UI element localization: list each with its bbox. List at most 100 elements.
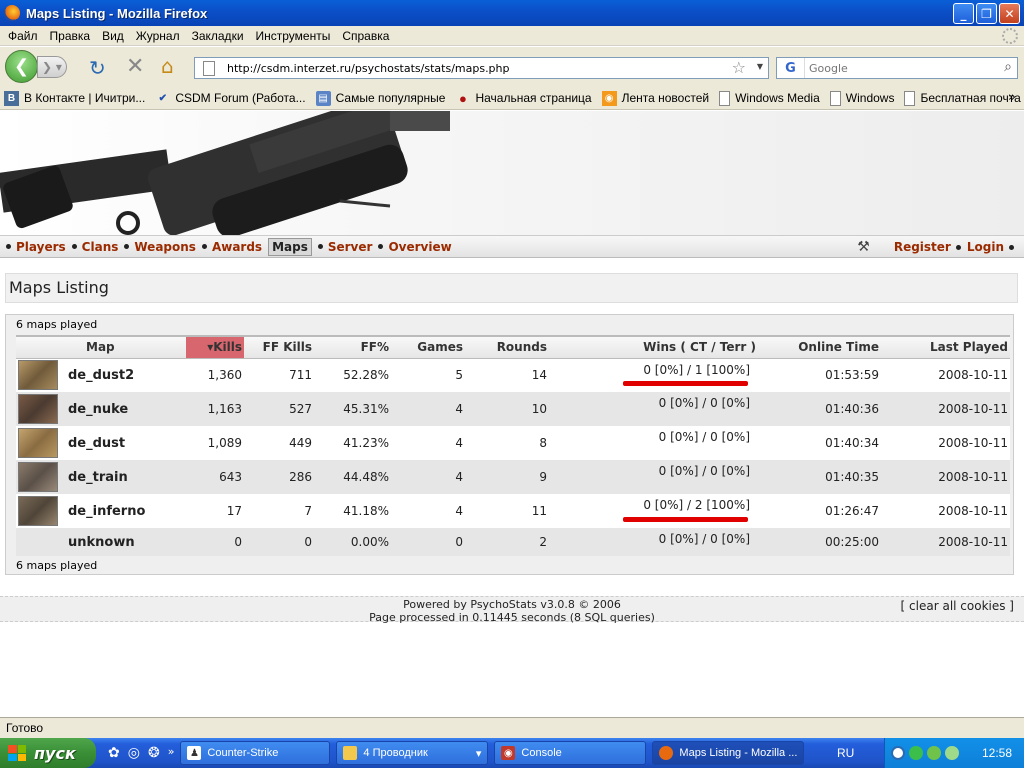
nav-awards[interactable]: Awards: [201, 240, 262, 254]
menu-bar: Файл Правка Вид Журнал Закладки Инструме…: [0, 26, 1024, 46]
page-icon: [719, 90, 731, 106]
quicklaunch-app-icon[interactable]: ❂: [148, 745, 160, 761]
header-rounds[interactable]: Rounds: [465, 335, 549, 359]
quicklaunch-more-icon[interactable]: »: [168, 745, 175, 761]
map-thumbnail-dust2[interactable]: [18, 360, 58, 391]
menu-edit[interactable]: Правка: [44, 29, 97, 43]
nav-overview[interactable]: Overview: [378, 240, 452, 254]
firefox-icon: [659, 746, 674, 760]
map-name-link[interactable]: de_inferno: [66, 494, 186, 528]
nav-weapons[interactable]: Weapons: [124, 240, 196, 254]
tray-expand-icon[interactable]: [891, 746, 905, 760]
map-name-link[interactable]: unknown: [66, 528, 186, 556]
url-dropdown-icon[interactable]: ▼: [757, 62, 763, 71]
map-thumb-cell: [16, 358, 66, 392]
nav-maps[interactable]: Maps: [268, 237, 312, 256]
powered-by-text: Powered by PsychoStats v3.0.8 © 2006: [403, 598, 621, 611]
dog-icon: ●: [459, 90, 467, 106]
header-kills[interactable]: ▾Kills: [186, 335, 244, 359]
windows-taskbar: пуск ✿ ◎ ❂ » ♟ Counter-Strike 4 Проводник…: [0, 738, 1024, 768]
map-name-link[interactable]: de_train: [66, 460, 186, 494]
bookmark-windows-media[interactable]: Windows Media: [719, 90, 820, 106]
bullet-icon: [71, 244, 77, 249]
menu-help[interactable]: Справка: [336, 29, 395, 43]
map-thumbnail-nuke[interactable]: [18, 394, 58, 424]
map-name-link[interactable]: de_nuke: [66, 392, 186, 426]
bookmark-start-page[interactable]: ● Начальная страница: [455, 90, 592, 106]
online-time-cell: 01:40:35: [758, 460, 881, 494]
language-indicator[interactable]: RU: [837, 746, 854, 760]
rounds-cell: 14: [465, 358, 549, 392]
map-thumbnail-dust[interactable]: [18, 428, 58, 458]
search-icon[interactable]: ⌕: [1004, 59, 1012, 75]
stop-button[interactable]: ✕: [126, 54, 144, 79]
url-input[interactable]: [227, 61, 717, 75]
menu-file[interactable]: Файл: [2, 29, 44, 43]
rounds-cell: 9: [465, 460, 549, 494]
task-console[interactable]: ◉ Console: [494, 741, 647, 765]
nav-server[interactable]: Server: [317, 240, 372, 254]
tray-icq-icon[interactable]: [909, 746, 923, 760]
forward-button[interactable]: ❯ ▾: [37, 56, 67, 78]
header-last-played[interactable]: Last Played: [881, 335, 1010, 359]
home-button[interactable]: ⌂: [161, 54, 174, 78]
bookmark-vkontakte[interactable]: BВ Контакте | Ичитри...: [4, 90, 145, 106]
quicklaunch-opera-icon[interactable]: ◎: [128, 745, 140, 761]
start-button[interactable]: пуск: [0, 738, 96, 768]
bullet-icon: [6, 244, 11, 249]
bookmark-windows[interactable]: Windows: [829, 90, 894, 106]
nav-register[interactable]: Register: [894, 240, 961, 254]
header-ff-pct[interactable]: FF%: [314, 335, 391, 359]
minimize-button[interactable]: _: [953, 3, 974, 24]
bookmark-most-popular[interactable]: ▤ Самые популярные: [315, 90, 445, 106]
page-title: Maps Listing: [5, 273, 1018, 303]
bookmark-news-feed[interactable]: ◉ Лента новостей: [601, 90, 709, 106]
search-bar[interactable]: G ⌕: [776, 57, 1018, 79]
ff-pct-cell: 41.23%: [314, 426, 391, 460]
maximize-button[interactable]: ❐: [976, 3, 997, 24]
tray-network-icon[interactable]: [945, 746, 959, 760]
search-engine-icon[interactable]: G: [777, 58, 805, 78]
search-input[interactable]: [805, 61, 985, 75]
map-thumbnail-inferno[interactable]: [18, 496, 58, 526]
bookmark-csdm-forum[interactable]: ✔ CSDM Forum (Работа...: [155, 91, 306, 106]
header-map[interactable]: Map: [66, 335, 186, 359]
clear-cookies-link[interactable]: [ clear all cookies ]: [901, 599, 1014, 613]
map-name-link[interactable]: de_dust2: [66, 358, 186, 392]
map-thumb-cell: [16, 392, 66, 426]
throbber-icon: [1002, 28, 1018, 44]
back-button[interactable]: ❮: [5, 50, 38, 83]
map-name-link[interactable]: de_dust: [66, 426, 186, 460]
folder-icon: ▤: [315, 90, 331, 106]
wins-highlight-line: [623, 517, 748, 522]
task-explorer[interactable]: 4 Проводник ▾: [336, 741, 489, 765]
url-bar[interactable]: ☆ ▼: [194, 57, 769, 79]
bookmark-free-mail[interactable]: Бесплатная почта Н...: [904, 90, 1024, 106]
menu-view[interactable]: Вид: [96, 29, 130, 43]
quicklaunch-flower-icon[interactable]: ✿: [108, 745, 120, 761]
map-thumbnail-train[interactable]: [18, 462, 58, 492]
header-games[interactable]: Games: [391, 335, 465, 359]
menu-history[interactable]: Журнал: [130, 29, 186, 43]
nav-clans[interactable]: Clans: [71, 240, 118, 254]
header-ff-kills[interactable]: FF Kills: [244, 335, 314, 359]
task-counter-strike[interactable]: ♟ Counter-Strike: [180, 741, 331, 765]
tray-sound-icon[interactable]: [927, 746, 941, 760]
tools-icon[interactable]: ⚒: [857, 239, 870, 255]
close-button[interactable]: ✕: [999, 3, 1020, 24]
maps-count-bottom: 6 maps played: [16, 559, 98, 572]
wins-cell: 0 [0%] / 2 [100%]: [549, 494, 758, 528]
ff-kills-cell: 7: [244, 494, 314, 528]
task-firefox[interactable]: Maps Listing - Mozilla ...: [652, 741, 805, 765]
header-online-time[interactable]: Online Time: [758, 335, 881, 359]
menu-bookmarks[interactable]: Закладки: [186, 29, 250, 43]
header-wins[interactable]: Wins ( CT / Terr ): [549, 335, 758, 359]
menu-tools[interactable]: Инструменты: [250, 29, 337, 43]
reload-button[interactable]: ↻: [89, 56, 106, 80]
navigation-toolbar: ❮ ❯ ▾ ↻ ✕ ⌂ ☆ ▼ G ⌕: [0, 47, 1024, 87]
maps-table-container: 6 maps played Map ▾Kills FF Kills FF% Ga…: [5, 314, 1014, 575]
nav-players[interactable]: Players: [6, 240, 66, 254]
nav-login[interactable]: Login: [967, 240, 1014, 254]
chevron-more-icon[interactable]: »: [1008, 90, 1016, 105]
bookmark-star-icon[interactable]: ☆: [732, 58, 746, 77]
